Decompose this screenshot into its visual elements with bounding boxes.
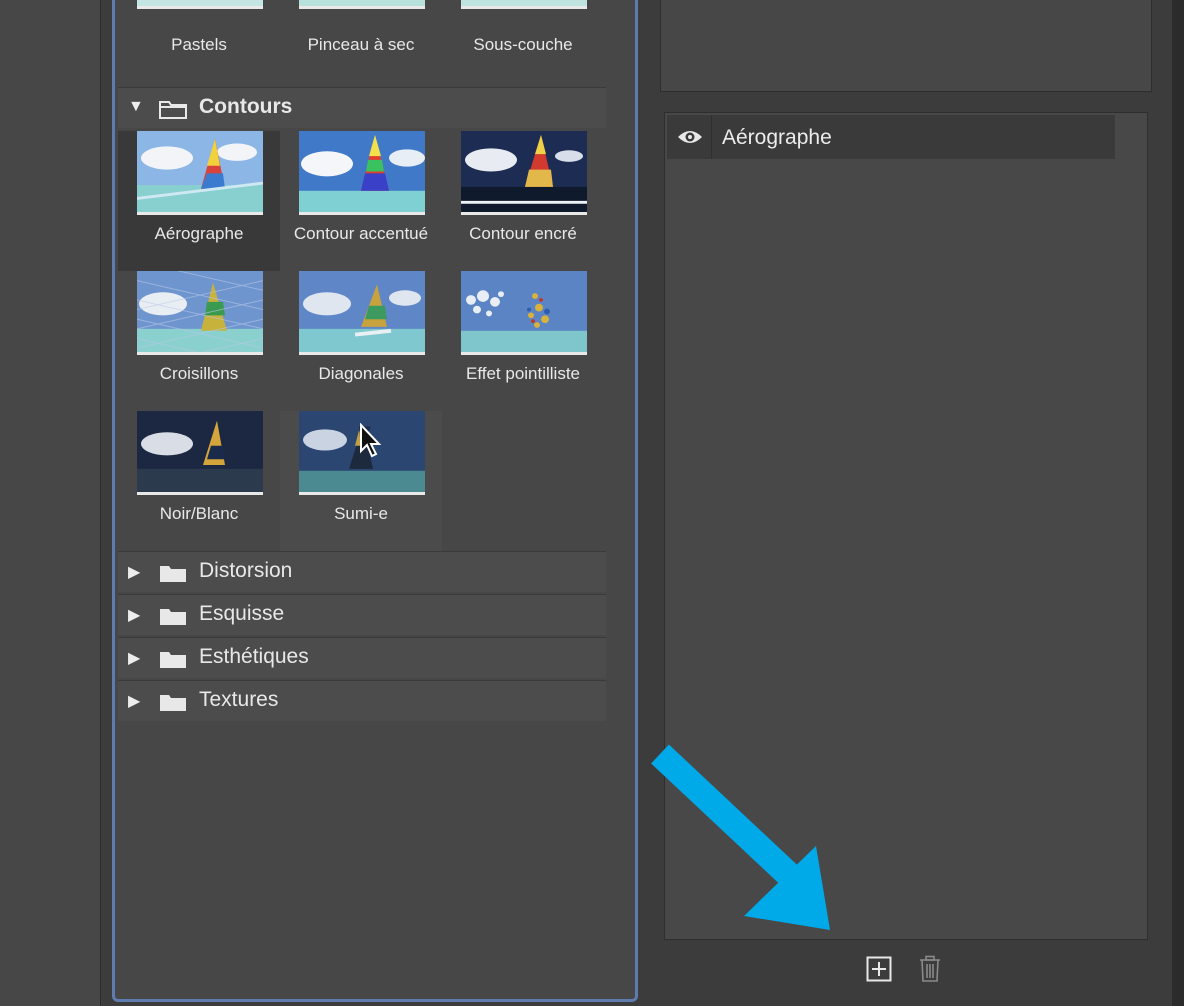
filter-label: Contour accentué: [293, 224, 429, 243]
thumbnail-image: [461, 271, 587, 355]
effect-layer-row[interactable]: Aérographe: [667, 115, 1115, 159]
folder-icon: [160, 566, 186, 582]
thumbnail-image: [137, 271, 263, 355]
filter-thumb-noir-blanc[interactable]: Noir/Blanc: [118, 411, 280, 551]
filter-thumb-contour-accentue[interactable]: Contour accentué: [280, 131, 442, 271]
folder-icon: [160, 609, 186, 625]
category-esquisse[interactable]: ▶ Esquisse: [118, 594, 606, 635]
triangle-down-icon: ▼: [128, 98, 144, 115]
thumbnail-image: [137, 131, 263, 215]
eye-visibility-icon[interactable]: [677, 127, 703, 147]
filter-thumb-effet-pointilliste[interactable]: Effet pointilliste: [442, 271, 604, 411]
filter-label: Sous-couche: [473, 35, 573, 54]
filter-label: Effet pointilliste: [465, 364, 581, 383]
effect-layer-label: Aérographe: [722, 126, 832, 149]
category-distorsion[interactable]: ▶ Distorsion: [118, 551, 606, 592]
filter-label: Croisillons: [159, 364, 239, 383]
filter-thumb-aerographe[interactable]: Aérographe: [118, 131, 280, 271]
filter-label: Pinceau à sec: [307, 35, 415, 54]
filter-thumb-diagonales[interactable]: Diagonales: [280, 271, 442, 411]
thumbnail-image: [299, 0, 425, 9]
triangle-right-icon: ▶: [128, 607, 141, 624]
filter-label: Contour encré: [469, 224, 577, 243]
category-label: Contours: [199, 95, 293, 118]
category-label: Distorsion: [199, 559, 293, 582]
thumbnail-image: [299, 271, 425, 355]
filter-label: Diagonales: [318, 364, 404, 383]
category-textures[interactable]: ▶ Textures: [118, 680, 606, 721]
thumbnail-image: [461, 131, 587, 215]
new-effect-layer-button[interactable]: [866, 956, 892, 982]
filter-label: Noir/Blanc: [159, 504, 239, 523]
folder-icon: [160, 695, 186, 711]
divider: [711, 115, 712, 159]
thumbnail-image: [137, 411, 263, 495]
category-esthetiques[interactable]: ▶ Esthétiques: [118, 637, 606, 678]
thumbnail-image: [137, 0, 263, 9]
filter-label: Sumi-e: [334, 504, 388, 523]
left-panel: [0, 0, 101, 1006]
settings-panel: [660, 0, 1152, 92]
triangle-right-icon: ▶: [128, 650, 141, 667]
thumbnail-image: [461, 0, 587, 9]
thumbnail-image: [299, 131, 425, 215]
category-label: Esthétiques: [199, 645, 309, 668]
category-contours[interactable]: ▼ Contours: [118, 87, 606, 128]
filter-label: Pastels: [171, 35, 227, 54]
triangle-right-icon: ▶: [128, 564, 141, 581]
category-label: Esquisse: [199, 602, 285, 625]
category-label: Textures: [199, 688, 279, 711]
folder-open-icon: [159, 101, 187, 119]
filter-thumb-croisillons[interactable]: Croisillons: [118, 271, 280, 411]
filter-gallery-panel: Pastels Pinceau à sec Sous-couche ▼ Cont…: [112, 0, 638, 1002]
mouse-cursor-icon: [360, 423, 382, 458]
folder-icon: [160, 652, 186, 668]
effect-layers-panel: Aérographe: [664, 112, 1148, 940]
filter-thumb-contour-encre[interactable]: Contour encré: [442, 131, 604, 271]
window-edge: [1172, 0, 1184, 1006]
delete-effect-layer-button[interactable]: [918, 955, 942, 983]
triangle-right-icon: ▶: [128, 693, 141, 710]
filter-label: Aérographe: [154, 224, 244, 243]
